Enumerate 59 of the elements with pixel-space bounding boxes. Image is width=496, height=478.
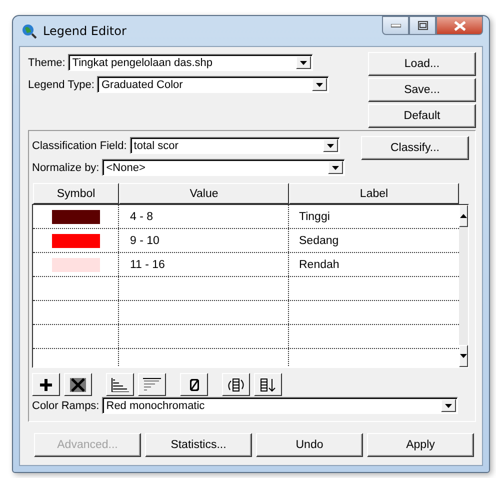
dialog-button[interactable]: Load... — [368, 52, 476, 76]
dropdown-arrow-icon — [316, 82, 324, 86]
color-ramps-dropdown[interactable]: Red monochromatic — [102, 397, 458, 414]
table-cell: 4 - 8 — [119, 205, 289, 228]
dialog-button[interactable]: Save... — [368, 78, 476, 102]
toolbar-button[interactable] — [180, 373, 208, 396]
plus-icon — [39, 378, 53, 392]
minimize-button[interactable] — [382, 16, 409, 35]
dialog-button[interactable]: Apply — [367, 433, 474, 457]
window-title: Legend Editor — [43, 24, 126, 38]
close-button[interactable] — [436, 16, 483, 35]
close-icon — [454, 20, 466, 30]
flip-icon — [226, 378, 246, 392]
table-cell-text: Rendah — [298, 258, 340, 272]
scroll-up-icon — [460, 214, 467, 218]
maximize-button[interactable] — [409, 16, 436, 35]
column-header[interactable]: Value — [119, 183, 289, 204]
dialog-button[interactable]: Statistics... — [145, 433, 252, 457]
table-cell-text: Tinggi — [298, 210, 331, 224]
table-cell-text: Sedang — [298, 234, 340, 248]
toolbar-button[interactable] — [138, 373, 166, 396]
minimize-icon — [390, 24, 400, 28]
toolbar-button[interactable] — [254, 373, 282, 396]
dropdown-arrow-icon — [300, 60, 308, 64]
classify-button[interactable]: Classify... — [361, 136, 469, 160]
delete-icon — [70, 378, 86, 392]
descending-ramp-icon — [143, 378, 161, 392]
color-swatch[interactable] — [52, 258, 100, 272]
dialog-button[interactable]: Undo — [256, 433, 363, 457]
slashed-zero-icon — [190, 378, 198, 390]
globe-magnifier-icon — [21, 23, 37, 39]
table-cell: 9 - 10 — [119, 229, 289, 252]
toolbar-button[interactable] — [106, 373, 134, 396]
color-swatch[interactable] — [52, 234, 100, 248]
legend-type-label: Legend Type: — [28, 78, 94, 90]
maximize-icon — [418, 21, 428, 30]
color-ramps-label: Color Ramps: — [32, 400, 100, 412]
column-header[interactable]: Symbol — [33, 183, 119, 204]
normalize-by-label: Normalize by: — [32, 162, 100, 174]
normalize-by-dropdown[interactable]: <None> — [102, 159, 346, 176]
color-swatch[interactable] — [52, 210, 100, 224]
sort-icon — [260, 378, 276, 392]
theme-dropdown[interactable]: Tingkat pengelolaan das.shp — [68, 54, 314, 71]
legend-type-dropdown[interactable]: Graduated Color — [97, 76, 330, 93]
dropdown-arrow-icon — [326, 144, 334, 148]
classification-field-label: Classification Field: — [32, 140, 127, 152]
toolbar-button[interactable] — [64, 373, 92, 396]
column-header[interactable]: Label — [289, 183, 459, 204]
toolbar-button[interactable] — [32, 373, 60, 396]
theme-label: Theme: — [28, 56, 66, 68]
toolbar-button[interactable] — [222, 373, 250, 396]
dropdown-arrow-icon — [445, 404, 452, 408]
dialog-button[interactable]: Default — [368, 104, 476, 128]
dropdown-arrow-icon — [332, 166, 340, 170]
scroll-down-icon — [460, 354, 467, 358]
ascending-ramp-icon — [111, 378, 129, 392]
classification-field-dropdown[interactable]: total scor — [130, 137, 340, 154]
scrollbar[interactable] — [459, 205, 468, 367]
table-cell: 11 - 16 — [119, 253, 289, 276]
